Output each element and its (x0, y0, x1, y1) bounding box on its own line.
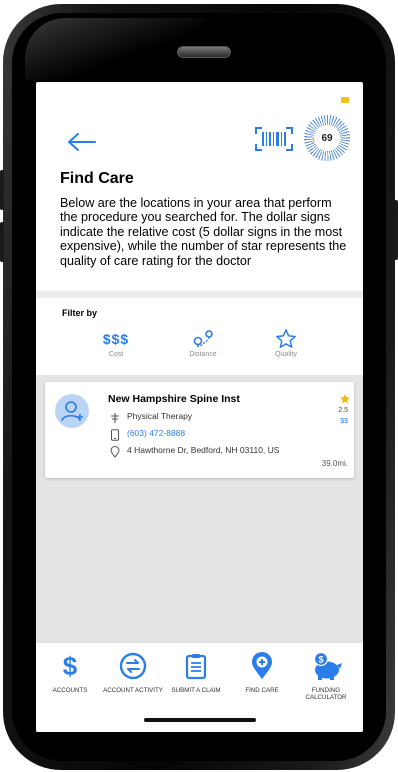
tab-submit-claim[interactable]: Submit A Claim (165, 651, 227, 694)
tab-label: Submit A Claim (171, 687, 221, 694)
medical-cross-icon (111, 413, 119, 423)
provider-address: 4 Hawthorne Dr, Bedford, NH 03110, US (127, 445, 280, 455)
filter-heading: Filter by (62, 308, 98, 318)
filter-cost[interactable]: $$$ Cost (81, 328, 151, 358)
health-score-badge[interactable]: 69 (304, 115, 350, 161)
filter-label: Cost (108, 351, 124, 358)
provider-name[interactable]: New Hampshire Spine Inst (108, 393, 240, 405)
piggy-bank-icon: $ (313, 651, 342, 680)
provider-phone[interactable]: (603) 472-8888 (127, 428, 185, 439)
home-indicator[interactable] (144, 718, 256, 722)
volume-button (0, 170, 4, 210)
address-row: 4 Hawthorne Dr, Bedford, NH 03110, US (109, 445, 284, 458)
tab-label: Account Activity (103, 687, 163, 694)
provider-cost: $$ (340, 418, 348, 425)
tab-label: Accounts (52, 687, 88, 694)
tab-find-care[interactable]: Find Care (231, 651, 293, 694)
page-description: Below are the locations in your area tha… (60, 196, 347, 268)
filter-quality[interactable]: Quality (251, 328, 321, 358)
phone-row[interactable]: (603) 472-8888 (109, 428, 185, 441)
volume-button (0, 222, 4, 262)
tab-label: Funding Calculator (305, 687, 347, 701)
phone-speaker (177, 46, 231, 58)
tab-label: Find Care (245, 687, 279, 694)
section-divider (36, 291, 363, 298)
arrow-left-icon[interactable] (66, 130, 98, 154)
barcode-icon[interactable] (254, 126, 294, 152)
transfer-icon (119, 652, 147, 680)
clipboard-icon (185, 654, 207, 680)
provider-distance: 39.0mi. (321, 459, 348, 468)
tab-accounts[interactable]: $ Accounts (39, 651, 101, 694)
battery-indicator (341, 97, 349, 103)
location-pins-icon (193, 330, 213, 348)
location-pin-icon (110, 446, 120, 458)
tab-funding-calculator[interactable]: $ Funding Calculator (295, 651, 357, 701)
provider-avatar (55, 394, 89, 428)
tab-account-activity[interactable]: Account Activity (102, 651, 164, 694)
specialty-row: Physical Therapy (109, 411, 193, 424)
filter-label: Quality (275, 351, 297, 358)
star-filled-icon (340, 394, 350, 404)
filter-label: Distance (189, 351, 217, 358)
health-score-value: 69 (314, 125, 340, 151)
user-plus-icon (61, 401, 83, 422)
filter-distance[interactable]: Distance (168, 328, 238, 358)
provider-specialty: Physical Therapy (127, 411, 193, 421)
provider-card[interactable]: New Hampshire Spine Inst Physical Therap… (45, 382, 354, 478)
phone-icon (111, 429, 119, 441)
cost-icon: $$$ (102, 331, 130, 347)
app-screen: 69 Find Care Below are the locations in … (36, 82, 363, 732)
page-title: Find Care (60, 170, 134, 187)
location-plus-icon (252, 652, 272, 679)
dollar-icon: $ (63, 652, 78, 680)
svg-text:$: $ (318, 655, 323, 665)
power-button (394, 200, 398, 260)
results-list[interactable]: New Hampshire Spine Inst Physical Therap… (36, 375, 363, 642)
star-outline-icon (276, 329, 296, 348)
svg-text:$: $ (63, 652, 78, 680)
provider-rating: 2.5 (338, 407, 348, 414)
